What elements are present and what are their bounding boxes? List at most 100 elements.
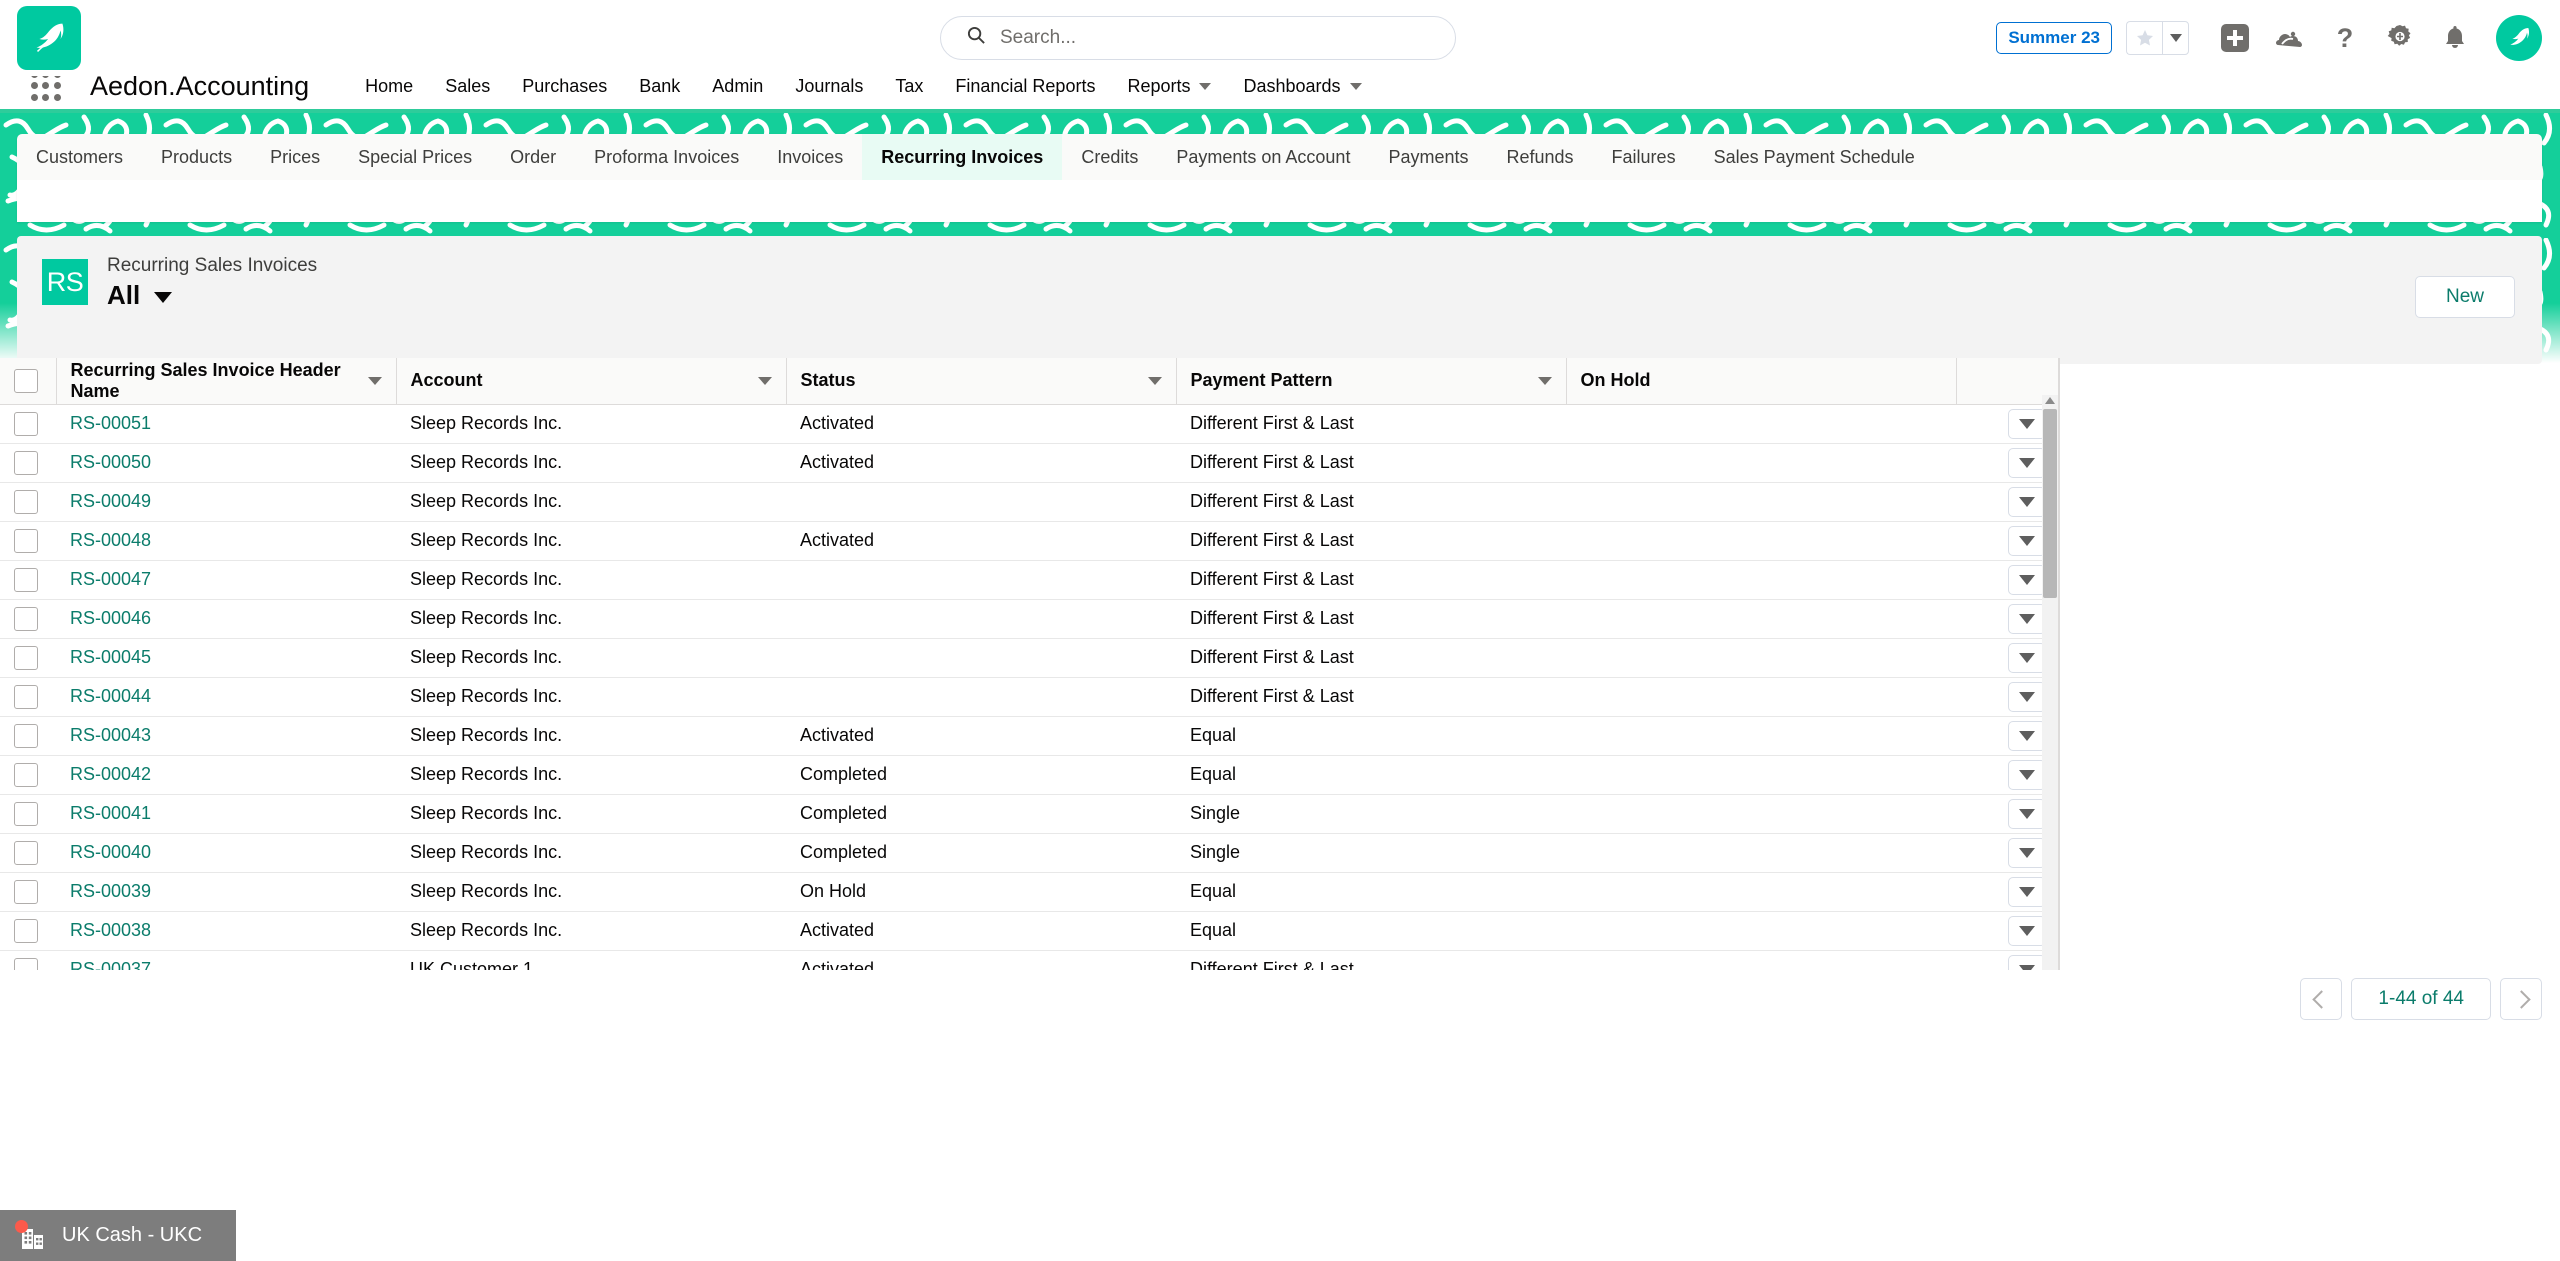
record-link-label[interactable]: RS-00046	[70, 608, 151, 628]
chevron-down-icon[interactable]	[1147, 376, 1162, 385]
record-link-label[interactable]: RS-00042	[70, 764, 151, 784]
record-link-label[interactable]: RS-00039	[70, 881, 151, 901]
column-header-status[interactable]: Status	[786, 358, 1177, 405]
release-badge[interactable]: Summer 23	[1996, 22, 2112, 54]
tab-credits[interactable]: Credits	[1062, 134, 1157, 180]
tab-payments[interactable]: Payments	[1369, 134, 1487, 180]
table-row[interactable]: RS-00039 Sleep Records Inc. On Hold Equal	[0, 872, 2060, 912]
row-actions-menu-button[interactable]	[2008, 915, 2046, 946]
column-header-account[interactable]: Account	[396, 358, 787, 405]
list-view-dropdown-icon[interactable]	[154, 291, 173, 303]
row-checkbox[interactable]	[14, 606, 38, 631]
utility-bar-item[interactable]: UK Cash - UKC	[0, 1210, 237, 1261]
table-row[interactable]: RS-00050 Sleep Records Inc. Activated Diffe…	[0, 443, 2060, 483]
cloud-icon[interactable]	[2268, 16, 2312, 60]
record-name-link[interactable]: RS-00041	[56, 794, 396, 834]
tab-order[interactable]: Order	[491, 134, 575, 180]
row-actions-menu-button[interactable]	[2008, 486, 2046, 517]
search-input[interactable]	[1000, 27, 1400, 49]
record-name-link[interactable]: RS-00037	[56, 950, 396, 970]
row-checkbox[interactable]	[14, 567, 38, 592]
table-row[interactable]: RS-00041 Sleep Records Inc. Completed Singl…	[0, 794, 2060, 834]
record-link-label[interactable]: RS-00045	[70, 647, 151, 667]
row-checkbox[interactable]	[14, 489, 38, 514]
tab-refunds[interactable]: Refunds	[1488, 134, 1593, 180]
column-header-on-hold[interactable]: On Hold	[1566, 358, 1957, 405]
record-name-link[interactable]: RS-00050	[56, 443, 396, 483]
bird-logo[interactable]	[17, 6, 81, 70]
record-link-label[interactable]: RS-00049	[70, 491, 151, 511]
record-name-link[interactable]: RS-00049	[56, 482, 396, 522]
row-actions-menu-button[interactable]	[2008, 603, 2046, 634]
tab-special-prices[interactable]: Special Prices	[339, 134, 491, 180]
row-checkbox[interactable]	[14, 723, 38, 748]
row-checkbox[interactable]	[14, 411, 38, 436]
favorite-dropdown-icon[interactable]	[2162, 21, 2189, 55]
chevron-down-icon[interactable]	[1537, 376, 1552, 385]
tab-recurring-invoices[interactable]: Recurring Invoices	[862, 134, 1063, 180]
global-search[interactable]	[940, 16, 1456, 60]
row-actions-menu-button[interactable]	[2008, 720, 2046, 751]
row-checkbox[interactable]	[14, 918, 38, 943]
record-link-label[interactable]: RS-00041	[70, 803, 151, 823]
row-checkbox[interactable]	[14, 528, 38, 553]
table-row[interactable]: RS-00046 Sleep Records Inc. Different Firs…	[0, 599, 2060, 639]
row-checkbox[interactable]	[14, 762, 38, 787]
list-view-name[interactable]: All	[107, 280, 140, 311]
next-page-button[interactable]	[2500, 978, 2542, 1020]
record-name-link[interactable]: RS-00043	[56, 716, 396, 756]
row-actions-menu-button[interactable]	[2008, 876, 2046, 907]
row-actions-menu-button[interactable]	[2008, 681, 2046, 712]
row-actions-menu-button[interactable]	[2008, 798, 2046, 829]
user-avatar[interactable]	[2496, 15, 2542, 61]
notifications-bell-icon[interactable]	[2433, 16, 2477, 60]
record-link-label[interactable]: RS-00043	[70, 725, 151, 745]
table-row[interactable]: RS-00037 UK Customer 1 Activated Different …	[0, 950, 2060, 970]
scroll-up-icon[interactable]	[2045, 397, 2055, 404]
record-link-label[interactable]: RS-00047	[70, 569, 151, 589]
record-link-label[interactable]: RS-00044	[70, 686, 151, 706]
tab-payments-on-account[interactable]: Payments on Account	[1157, 134, 1369, 180]
chevron-down-icon[interactable]	[367, 376, 382, 385]
record-name-link[interactable]: RS-00047	[56, 560, 396, 600]
record-name-link[interactable]: RS-00044	[56, 677, 396, 717]
chevron-down-icon[interactable]	[757, 376, 772, 385]
record-name-link[interactable]: RS-00038	[56, 911, 396, 951]
column-header-name[interactable]: Recurring Sales Invoice Header Name	[56, 358, 397, 405]
row-actions-menu-button[interactable]	[2008, 408, 2046, 439]
record-link-label[interactable]: RS-00037	[70, 959, 151, 970]
row-checkbox[interactable]	[14, 840, 38, 865]
previous-page-button[interactable]	[2300, 978, 2343, 1020]
tab-sales-payment-schedule[interactable]: Sales Payment Schedule	[1695, 134, 1934, 180]
row-actions-menu-button[interactable]	[2008, 954, 2046, 970]
record-link-label[interactable]: RS-00038	[70, 920, 151, 940]
table-row[interactable]: RS-00044 Sleep Records Inc. Different Firs…	[0, 677, 2060, 717]
table-row[interactable]: RS-00042 Sleep Records Inc. Completed Equal	[0, 755, 2060, 795]
table-row[interactable]: RS-00047 Sleep Records Inc. Different Firs…	[0, 560, 2060, 600]
record-name-link[interactable]: RS-00040	[56, 833, 396, 873]
column-header-payment-pattern[interactable]: Payment Pattern	[1176, 358, 1567, 405]
chevron-down-icon[interactable]	[1199, 82, 1212, 90]
tab-failures[interactable]: Failures	[1593, 134, 1695, 180]
tab-invoices[interactable]: Invoices	[758, 134, 862, 180]
tab-products[interactable]: Products	[142, 134, 251, 180]
add-icon[interactable]	[2213, 16, 2257, 60]
table-row[interactable]: RS-00051 Sleep Records Inc. Activated Diffe…	[0, 404, 2060, 444]
record-name-link[interactable]: RS-00048	[56, 521, 396, 561]
table-row[interactable]: RS-00049 Sleep Records Inc. Different Firs…	[0, 482, 2060, 522]
row-checkbox[interactable]	[14, 957, 38, 970]
row-checkbox[interactable]	[14, 801, 38, 826]
row-actions-menu-button[interactable]	[2008, 525, 2046, 556]
scrollbar-thumb[interactable]	[2043, 409, 2057, 598]
favorite-star-icon[interactable]	[2126, 21, 2162, 55]
record-name-link[interactable]: RS-00051	[56, 404, 396, 444]
row-checkbox[interactable]	[14, 645, 38, 670]
row-actions-menu-button[interactable]	[2008, 447, 2046, 478]
record-link-label[interactable]: RS-00050	[70, 452, 151, 472]
new-button[interactable]: New	[2414, 276, 2515, 318]
table-row[interactable]: RS-00045 Sleep Records Inc. Different Firs…	[0, 638, 2060, 678]
chevron-down-icon[interactable]	[1349, 82, 1362, 90]
row-checkbox[interactable]	[14, 684, 38, 709]
row-checkbox[interactable]	[14, 450, 38, 475]
table-vertical-scrollbar[interactable]	[2042, 395, 2058, 970]
